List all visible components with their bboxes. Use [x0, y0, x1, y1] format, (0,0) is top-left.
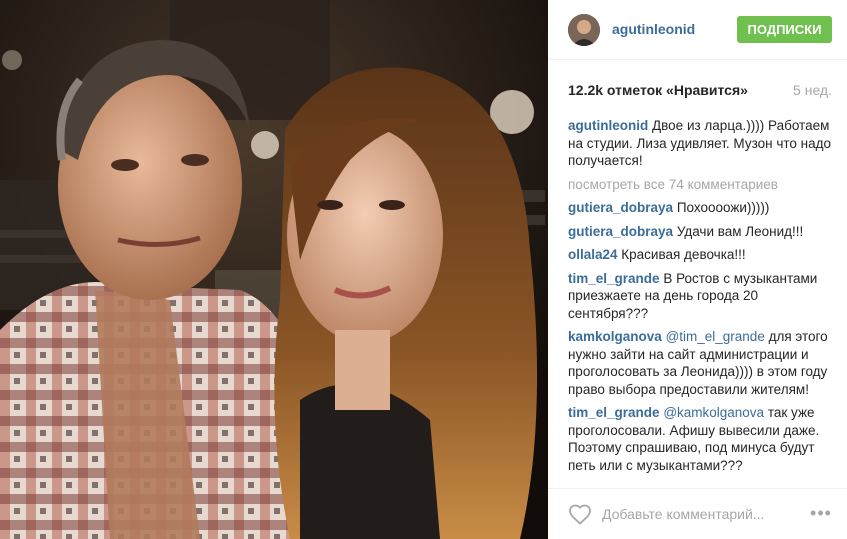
following-button[interactable]: ПОДПИСКИ: [737, 16, 832, 43]
avatar-image: [568, 14, 600, 46]
comment-input[interactable]: [602, 502, 802, 526]
post-photo-image: [0, 0, 548, 539]
avatar[interactable]: [568, 14, 600, 46]
comment-item: ollala24 Красивая девочка!!!: [568, 246, 836, 264]
comment-mention[interactable]: @tim_el_grande: [666, 329, 765, 344]
comment-username[interactable]: gutiera_dobraya: [568, 224, 673, 239]
post-photo[interactable]: [0, 0, 548, 539]
comment-item: tim_el_grande В Ростов с музыкантами при…: [568, 270, 836, 323]
heart-icon[interactable]: [568, 503, 592, 525]
comment-text: Красивая девочка!!!: [621, 247, 746, 262]
comment-item: gutiera_dobraya Похоооожи))))): [568, 199, 836, 217]
comment-text: Похоооожи))))): [676, 200, 770, 215]
add-comment-bar: •••: [548, 488, 847, 539]
post-sidebar: agutinleonid ПОДПИСКИ 12.2k отметок «Нра…: [548, 0, 847, 539]
comment-mention[interactable]: @kamkolganova: [663, 405, 764, 420]
caption: agutinleonid Двое из ларца.)))) Работаем…: [568, 117, 836, 170]
likes-count[interactable]: 12.2k отметок «Нравится»: [568, 82, 748, 98]
likes-row: 12.2k отметок «Нравится» 5 нед.: [568, 82, 832, 100]
comments-list[interactable]: agutinleonid Двое из ларца.)))) Работаем…: [568, 117, 836, 487]
comment-item: gutiera_dobraya Удачи вам Леонид!!!: [568, 223, 836, 241]
comment-username[interactable]: gutiera_dobraya: [568, 200, 673, 215]
comment-username[interactable]: ollala24: [568, 247, 618, 262]
more-options-icon[interactable]: •••: [808, 503, 834, 523]
caption-username[interactable]: agutinleonid: [568, 118, 648, 133]
comment-username[interactable]: kamkolganova: [568, 329, 662, 344]
header-username[interactable]: agutinleonid: [612, 21, 695, 37]
comment-text: Удачи вам Леонид!!!: [676, 223, 804, 239]
view-all-comments-link[interactable]: посмотреть все 74 комментариев: [568, 176, 836, 194]
comment-item: tim_el_grande @kamkolganova так уже прог…: [568, 404, 836, 474]
post-header: agutinleonid ПОДПИСКИ: [548, 0, 847, 60]
comment-username[interactable]: tim_el_grande: [568, 271, 660, 286]
post-time[interactable]: 5 нед.: [793, 82, 832, 98]
comment-username[interactable]: tim_el_grande: [568, 405, 660, 420]
comment-item: kamkolganova @tim_el_grande для этого ну…: [568, 328, 836, 398]
